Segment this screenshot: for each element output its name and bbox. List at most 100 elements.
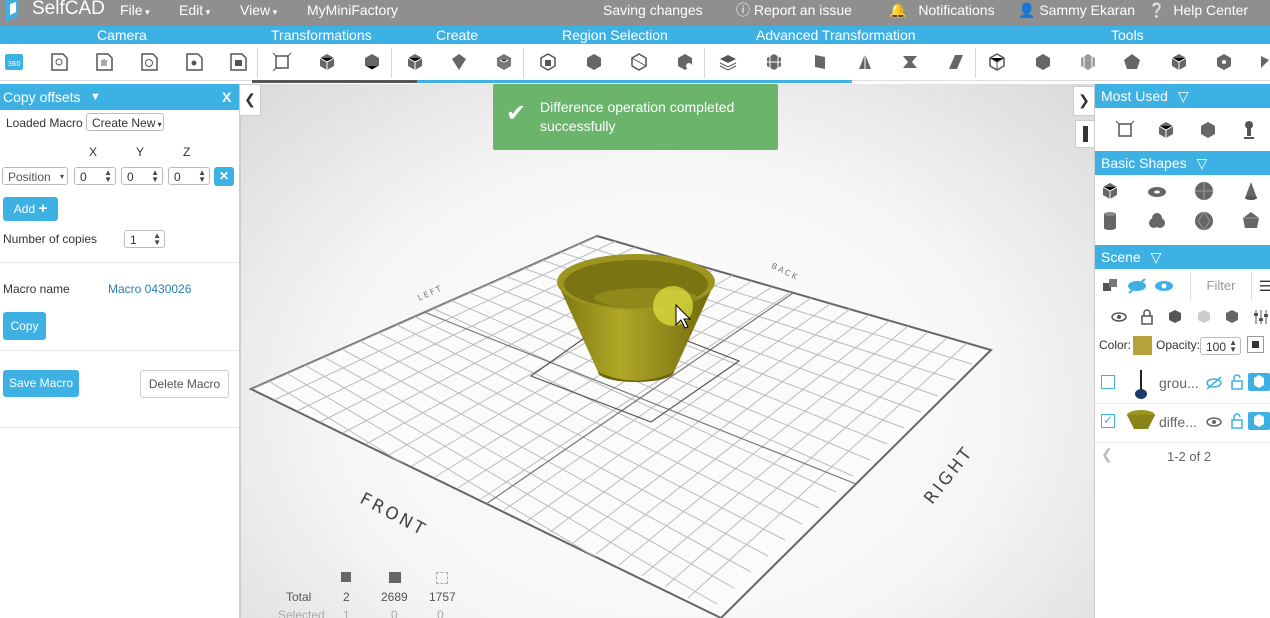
rotate-view-icon[interactable]: [137, 50, 161, 74]
boolean-union-icon[interactable]: [716, 50, 740, 74]
select-face-icon[interactable]: [582, 50, 606, 74]
select-vertex-icon[interactable]: [536, 50, 560, 74]
add-offset-button[interactable]: Add +: [3, 197, 58, 221]
progress-bar-dark: [252, 80, 417, 83]
pagination-prev-icon[interactable]: ❮: [1101, 446, 1113, 463]
myminifactory-link[interactable]: MyMiniFactory: [307, 0, 398, 20]
scene-header[interactable]: Scene ▽: [1095, 245, 1270, 269]
offset-mode-select[interactable]: Position ▾: [2, 167, 68, 185]
select-edge-icon[interactable]: [627, 50, 651, 74]
visible-eye-icon[interactable]: [1205, 414, 1223, 433]
basic-shapes-header[interactable]: Basic Shapes ▽: [1095, 151, 1270, 175]
tool-more-icon[interactable]: [1252, 50, 1270, 74]
stretch-icon[interactable]: [944, 50, 968, 74]
viewport-scrollbar[interactable]: [1075, 120, 1095, 148]
hidden-eye-icon[interactable]: [1205, 375, 1223, 394]
shape-icosphere-icon[interactable]: [1192, 209, 1216, 233]
offset-x-input[interactable]: 0 ▲ ▼: [74, 167, 116, 185]
move-icon[interactable]: [270, 50, 294, 74]
most-used-scale-icon[interactable]: [1196, 118, 1220, 142]
copy-button[interactable]: Copy: [3, 312, 46, 340]
most-used-rotate-icon[interactable]: [1154, 118, 1178, 142]
remove-offset-button[interactable]: ✕: [214, 167, 234, 186]
scene-group-icon[interactable]: [1098, 274, 1122, 298]
scene-item[interactable]: ✓ diffe...: [1095, 404, 1270, 443]
shape-cylinder-icon[interactable]: [1098, 209, 1122, 233]
tool-sphere-icon[interactable]: [1120, 50, 1144, 74]
user-menu[interactable]: 👤 Sammy Ekaran: [1018, 0, 1135, 20]
screenshot-icon[interactable]: [226, 50, 250, 74]
copies-input[interactable]: 1 ▲ ▼: [124, 230, 165, 248]
scale-icon[interactable]: [360, 50, 384, 74]
delete-macro-button[interactable]: Delete Macro: [140, 370, 229, 398]
shape-cube-icon[interactable]: [1098, 179, 1122, 203]
tool-hollow-icon[interactable]: [985, 50, 1009, 74]
opacity-input[interactable]: 100 ▲ ▼: [1200, 337, 1241, 355]
scene-filter-input[interactable]: Filter: [1190, 272, 1252, 300]
object-type-icon[interactable]: [1248, 412, 1270, 430]
rotate-object-icon[interactable]: [315, 50, 339, 74]
scene-hide-all-icon[interactable]: [1125, 274, 1149, 298]
bend-icon[interactable]: [808, 50, 832, 74]
most-used-pen-icon[interactable]: [1237, 118, 1261, 142]
category-transformations[interactable]: Transformations: [271, 26, 372, 44]
color-reset-button[interactable]: [1247, 336, 1264, 353]
menu-file[interactable]: File ▾: [120, 0, 150, 22]
shape-knot-icon[interactable]: [1145, 209, 1169, 233]
3d-viewport[interactable]: FRONT RIGHT LEFT BACK Total 2 2689 1757 …: [241, 84, 1094, 618]
scene-canvas[interactable]: FRONT RIGHT LEFT BACK: [241, 84, 1094, 618]
twist-icon[interactable]: [898, 50, 922, 74]
macro-name-value[interactable]: Macro 0430026: [108, 282, 191, 296]
category-tools[interactable]: Tools: [1111, 26, 1144, 44]
selfcad-logo-icon: [6, 0, 18, 22]
most-used-move-icon[interactable]: [1113, 118, 1137, 142]
offset-z-input[interactable]: 0 ▲ ▼: [168, 167, 210, 185]
scene-menu-icon[interactable]: ☰: [1253, 274, 1270, 298]
unlock-icon[interactable]: [1230, 413, 1244, 432]
tool-cube-icon[interactable]: [1167, 50, 1191, 74]
object-type-icon[interactable]: [1248, 373, 1270, 391]
most-used-header[interactable]: Most Used ▽: [1095, 84, 1270, 108]
camera-settings-icon[interactable]: [182, 50, 206, 74]
collapse-right-panel-button[interactable]: ❯: [1073, 86, 1095, 116]
report-issue-link[interactable]: ⓘ Report an issue: [736, 0, 852, 20]
shape-sphere-icon[interactable]: [1192, 179, 1216, 203]
scene-item[interactable]: grou...: [1095, 365, 1270, 404]
app-logo-text[interactable]: SelfCAD: [32, 0, 105, 22]
color-swatch[interactable]: [1133, 336, 1152, 355]
subdivide-icon[interactable]: [762, 50, 786, 74]
zoom-fit-icon[interactable]: [47, 50, 71, 74]
create-extrude-icon[interactable]: [492, 50, 516, 74]
view-360-icon[interactable]: 360: [2, 50, 26, 74]
notifications-link[interactable]: 🔔 Notifications: [889, 0, 995, 20]
collapse-left-panel-button[interactable]: ❮: [239, 84, 261, 116]
tool-solid-icon[interactable]: [1031, 50, 1055, 74]
offset-y-input[interactable]: 0 ▲ ▼: [121, 167, 163, 185]
select-object-icon[interactable]: [673, 50, 697, 74]
right-sidebar: Most Used ▽ Basic Shapes ▽ Scene ▽ Filte…: [1094, 84, 1270, 618]
menu-view[interactable]: View ▾: [240, 0, 277, 22]
scene-item-checkbox-checked[interactable]: ✓: [1101, 414, 1115, 428]
close-panel-button[interactable]: X: [222, 84, 231, 110]
loaded-macro-select[interactable]: Create New ▾: [86, 113, 164, 131]
category-camera[interactable]: Camera: [97, 26, 147, 44]
scene-item-checkbox[interactable]: [1101, 375, 1115, 389]
category-create[interactable]: Create: [436, 26, 478, 44]
help-center-link[interactable]: ❔ Help Center: [1148, 0, 1248, 20]
taper-icon[interactable]: [853, 50, 877, 74]
save-macro-button[interactable]: Save Macro: [3, 370, 79, 397]
shape-torus-icon[interactable]: [1145, 179, 1169, 203]
tool-pattern-icon[interactable]: [1212, 50, 1236, 74]
create-box-icon[interactable]: [403, 50, 427, 74]
unlock-icon[interactable]: [1230, 374, 1244, 393]
category-region-selection[interactable]: Region Selection: [562, 26, 668, 44]
tool-mesh-icon[interactable]: [1076, 50, 1100, 74]
category-advanced-transformation[interactable]: Advanced Transformation: [756, 26, 916, 44]
create-shape-icon[interactable]: [447, 50, 471, 74]
pan-hand-icon[interactable]: [92, 50, 116, 74]
shape-polyhedron-icon[interactable]: [1239, 209, 1263, 233]
menu-edit[interactable]: Edit ▾: [179, 0, 210, 22]
panel-dropdown-icon[interactable]: ▼: [90, 84, 101, 110]
scene-show-all-icon[interactable]: [1152, 274, 1176, 298]
shape-cone-icon[interactable]: [1239, 179, 1263, 203]
